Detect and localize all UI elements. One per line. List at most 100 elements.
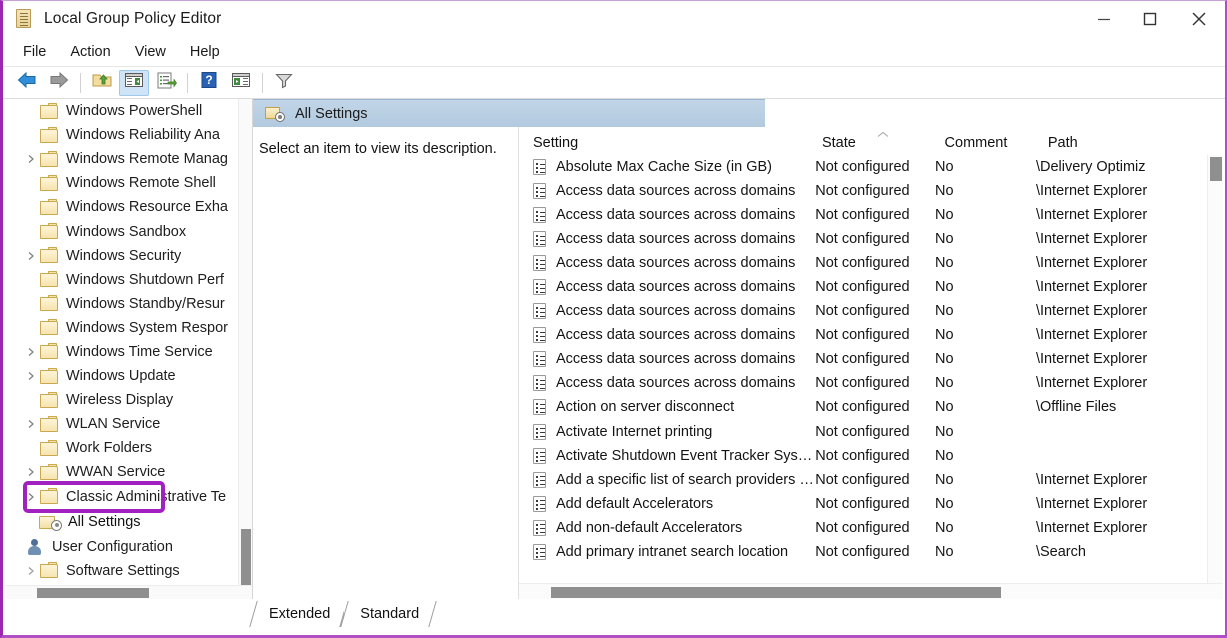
tree-item-windows-resource-exhaustion[interactable]: Windows Resource Exha <box>5 195 238 219</box>
tree-item-work-folders[interactable]: Work Folders <box>5 436 238 460</box>
tree-item-windows-update[interactable]: Windows Update <box>5 364 238 388</box>
back-button[interactable] <box>12 70 42 96</box>
chevron-right-icon[interactable] <box>23 412 39 436</box>
table-row[interactable]: Access data sources across domains Not c… <box>519 323 1207 347</box>
column-header-setting[interactable]: Setting <box>519 135 822 155</box>
cell-path: \Delivery Optimiz <box>1035 159 1146 176</box>
tree-item-windows-system-responsiveness[interactable]: Windows System Respor <box>5 316 238 340</box>
expand-arrow-placeholder <box>23 388 39 412</box>
policy-setting-icon <box>533 159 547 176</box>
up-one-level-button[interactable] <box>87 70 117 96</box>
list-horizontal-scrollbar-thumb[interactable] <box>551 587 1001 598</box>
menu-action[interactable]: Action <box>60 41 120 63</box>
tree-item-all-settings[interactable]: All Settings <box>5 509 238 535</box>
table-row[interactable]: Add non-default Accelerators Not configu… <box>519 516 1207 540</box>
forward-button[interactable] <box>44 70 74 96</box>
expand-arrow-placeholder <box>23 436 39 460</box>
tree-item-user-configuration[interactable]: User Configuration <box>5 535 238 559</box>
column-header-state[interactable]: State <box>822 131 945 155</box>
table-row[interactable]: Action on server disconnect Not configur… <box>519 395 1207 419</box>
menu-view[interactable]: View <box>125 41 176 63</box>
tree-item-wwan-service[interactable]: WWAN Service <box>5 460 238 484</box>
help-button[interactable]: ? <box>194 70 224 96</box>
table-row[interactable]: Absolute Max Cache Size (in GB) Not conf… <box>519 155 1207 179</box>
tree-item-classic-administrative-templates[interactable]: Classic Administrative Te <box>5 485 238 509</box>
tree-vertical-scrollbar[interactable] <box>238 99 252 599</box>
table-row[interactable]: Access data sources across domains Not c… <box>519 179 1207 203</box>
tree-item-windows-security[interactable]: Windows Security <box>5 244 238 268</box>
table-row[interactable]: Access data sources across domains Not c… <box>519 251 1207 275</box>
table-row[interactable]: Add default Accelerators Not configured … <box>519 492 1207 516</box>
expand-arrow-placeholder <box>23 220 39 244</box>
minimize-button[interactable] <box>1081 1 1127 37</box>
policy-setting-icon <box>533 447 547 464</box>
tree-horizontal-scrollbar-thumb[interactable] <box>37 588 149 598</box>
tree-item-windows-remote-shell[interactable]: Windows Remote Shell <box>5 171 238 195</box>
maximize-button[interactable] <box>1127 1 1173 37</box>
tree-item-windows-remote-management[interactable]: Windows Remote Manag <box>5 147 238 171</box>
chevron-right-icon[interactable] <box>23 559 39 583</box>
cell-path: \Internet Explorer <box>1035 207 1148 224</box>
list-vertical-scrollbar-thumb[interactable] <box>1210 157 1222 181</box>
column-header-path[interactable]: Path <box>1048 135 1223 155</box>
policy-setting-icon <box>533 231 547 248</box>
chevron-right-icon[interactable] <box>23 244 39 268</box>
export-list-button[interactable] <box>151 70 181 96</box>
cell-comment: No <box>935 543 954 560</box>
tree-item-windows-reliability-analysis[interactable]: Windows Reliability Ana <box>5 123 238 147</box>
table-row[interactable]: Access data sources across domains Not c… <box>519 203 1207 227</box>
tree-item-wireless-display[interactable]: Wireless Display <box>5 388 238 412</box>
tree-item-label: Windows Shutdown Perf <box>66 271 224 288</box>
tree-item-wlan-service[interactable]: WLAN Service <box>5 412 238 436</box>
tree-item-windows-standby-resume[interactable]: Windows Standby/Resur <box>5 292 238 316</box>
tree-item-windows-powershell[interactable]: Windows PowerShell <box>5 99 238 123</box>
tree-item-windows-shutdown-performance[interactable]: Windows Shutdown Perf <box>5 268 238 292</box>
cell-path: \Offline Files <box>1035 399 1117 416</box>
list-vertical-scrollbar[interactable] <box>1207 155 1223 583</box>
chevron-right-icon[interactable] <box>23 364 39 388</box>
tree-item-windows-time-service[interactable]: Windows Time Service <box>5 340 238 364</box>
cell-path: \Internet Explorer <box>1035 279 1148 296</box>
table-row[interactable]: Access data sources across domains Not c… <box>519 227 1207 251</box>
tab-standard[interactable]: Standard <box>344 599 434 629</box>
filter-button[interactable] <box>269 70 299 96</box>
table-row[interactable]: Activate Internet printing Not configure… <box>519 420 1207 444</box>
cell-state: Not configured <box>815 183 910 200</box>
cell-state: Not configured <box>815 375 910 392</box>
tree-item-software-settings[interactable]: Software Settings <box>5 559 238 583</box>
folder-icon <box>39 391 60 409</box>
tree-item-windows-sandbox[interactable]: Windows Sandbox <box>5 219 238 243</box>
menu-help[interactable]: Help <box>180 41 230 63</box>
table-row[interactable]: Access data sources across domains Not c… <box>519 275 1207 299</box>
chevron-right-icon[interactable] <box>23 340 39 364</box>
table-row[interactable]: Access data sources across domains Not c… <box>519 347 1207 371</box>
console-tree[interactable]: Windows PowerShell Windows Reliability A… <box>5 99 238 585</box>
show-hide-console-tree-button[interactable] <box>119 69 149 96</box>
table-row[interactable]: Access data sources across domains Not c… <box>519 299 1207 323</box>
cell-setting: Add a specific list of search providers … <box>556 471 816 488</box>
cell-setting: Activate Internet printing <box>556 423 713 440</box>
table-row[interactable]: Add primary intranet search location Not… <box>519 540 1207 564</box>
action-pane-icon <box>230 71 252 94</box>
expand-arrow-placeholder <box>23 510 39 534</box>
table-row[interactable]: Access data sources across domains Not c… <box>519 371 1207 395</box>
table-row[interactable]: Add a specific list of search providers … <box>519 468 1207 492</box>
settings-list-rows[interactable]: Absolute Max Cache Size (in GB) Not conf… <box>519 155 1207 583</box>
cell-comment: No <box>935 303 954 320</box>
folder-icon <box>39 463 60 481</box>
chevron-right-icon[interactable] <box>23 460 39 484</box>
close-button[interactable] <box>1173 1 1225 37</box>
menu-file[interactable]: File <box>13 41 56 63</box>
show-hide-action-pane-button[interactable] <box>226 70 256 96</box>
help-question-icon: ? <box>199 71 219 94</box>
chevron-right-icon[interactable] <box>23 485 39 509</box>
column-header-comment[interactable]: Comment <box>945 135 1048 155</box>
user-configuration-icon <box>25 538 46 556</box>
tab-extended[interactable]: Extended <box>253 599 344 629</box>
details-pane: All Settings Select an item to view its … <box>253 99 1223 599</box>
tree-horizontal-scrollbar[interactable] <box>5 585 252 599</box>
list-horizontal-scrollbar[interactable] <box>519 583 1223 599</box>
chevron-right-icon[interactable] <box>23 147 39 171</box>
table-row[interactable]: Activate Shutdown Event Tracker Syste...… <box>519 444 1207 468</box>
description-pane: Select an item to view its description. <box>253 127 519 599</box>
